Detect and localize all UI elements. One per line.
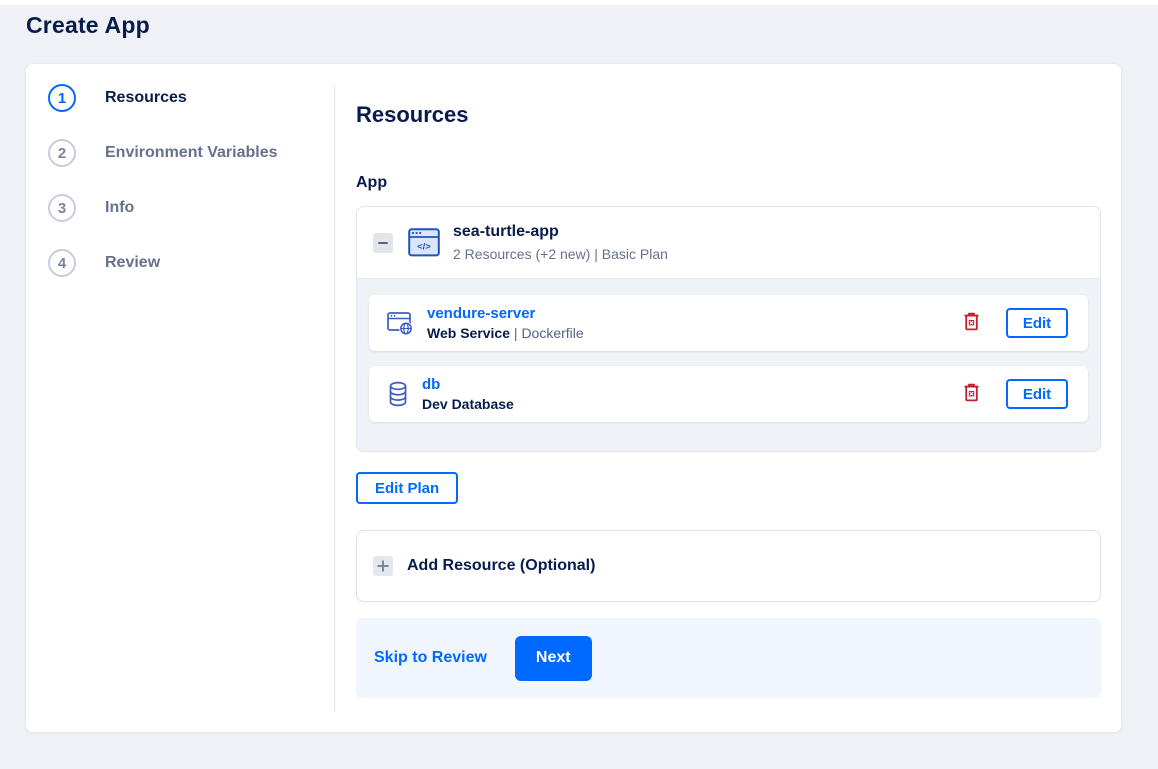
resource-separator: | xyxy=(510,324,522,341)
resource-type: Dev Database xyxy=(422,395,514,412)
resource-detail: Dockerfile xyxy=(521,324,584,341)
delete-resource-button[interactable] xyxy=(961,310,982,336)
page-title: Create App xyxy=(26,12,150,38)
app-section-label: App xyxy=(356,174,388,191)
app-title-block: sea-turtle-app 2 Resources (+2 new) | Ba… xyxy=(453,222,668,263)
add-resource-button[interactable]: Add Resource (Optional) xyxy=(356,530,1101,602)
minus-icon xyxy=(378,241,388,244)
app-name: sea-turtle-app xyxy=(453,223,559,240)
step-info[interactable]: 3 Info xyxy=(48,194,334,222)
content-heading: Resources xyxy=(356,102,469,127)
svg-text:</>: </> xyxy=(417,242,431,253)
app-card-header: </> sea-turtle-app 2 Resources (+2 new) … xyxy=(357,207,1100,278)
resource-subtitle: Dev Database xyxy=(422,396,514,413)
app-card-body: vendure-server Web Service | Dockerfile xyxy=(357,278,1100,451)
step-resources[interactable]: 1 Resources xyxy=(48,84,334,112)
step-1-circle: 1 xyxy=(48,84,76,112)
app-summary: 2 Resources (+2 new) | Basic Plan xyxy=(453,246,668,262)
trash-icon xyxy=(963,383,980,405)
wizard-stepper: 1 Resources 2 Environment Variables 3 In… xyxy=(26,64,334,732)
step-3-circle: 3 xyxy=(48,194,76,222)
step-4-circle: 4 xyxy=(48,249,76,277)
resource-row-db: db Dev Database Edit xyxy=(369,366,1088,422)
resource-name-link[interactable]: vendure-server xyxy=(427,305,584,323)
step-review[interactable]: 4 Review xyxy=(48,249,334,277)
step-content: Resources App </> sea-turtle-app 2 Resou… xyxy=(335,64,1121,732)
app-window-code-icon: </> xyxy=(408,228,440,257)
database-cylinder-icon xyxy=(387,381,409,407)
edit-plan-button[interactable]: Edit Plan xyxy=(356,472,459,504)
resource-name-link[interactable]: db xyxy=(422,376,514,394)
edit-resource-button[interactable]: Edit xyxy=(1006,379,1068,409)
create-app-card: 1 Resources 2 Environment Variables 3 In… xyxy=(25,63,1122,733)
page-header: Create App xyxy=(0,5,1158,39)
step-2-circle: 2 xyxy=(48,139,76,167)
resource-text: vendure-server Web Service | Dockerfile xyxy=(427,305,584,342)
trash-icon xyxy=(963,312,980,334)
resource-row-vendure-server: vendure-server Web Service | Dockerfile xyxy=(369,295,1088,351)
wizard-footer: Skip to Review Next xyxy=(356,618,1101,698)
edit-resource-button[interactable]: Edit xyxy=(1006,308,1068,338)
browser-globe-icon xyxy=(387,311,414,336)
step-environment-variables[interactable]: 2 Environment Variables xyxy=(48,139,334,167)
collapse-app-button[interactable] xyxy=(373,232,393,253)
step-3-label: Info xyxy=(105,199,135,216)
skip-to-review-link[interactable]: Skip to Review xyxy=(374,649,487,667)
app-card: </> sea-turtle-app 2 Resources (+2 new) … xyxy=(356,206,1101,452)
resource-text: db Dev Database xyxy=(422,376,514,413)
plus-icon xyxy=(373,556,393,576)
resource-subtitle: Web Service | Dockerfile xyxy=(427,325,584,342)
next-button[interactable]: Next xyxy=(514,635,592,681)
step-4-label: Review xyxy=(105,254,161,271)
resource-type: Web Service xyxy=(427,324,511,341)
delete-resource-button[interactable] xyxy=(961,381,982,407)
add-resource-label: Add Resource (Optional) xyxy=(407,557,596,574)
step-1-label: Resources xyxy=(105,89,187,106)
step-2-label: Environment Variables xyxy=(105,144,278,161)
